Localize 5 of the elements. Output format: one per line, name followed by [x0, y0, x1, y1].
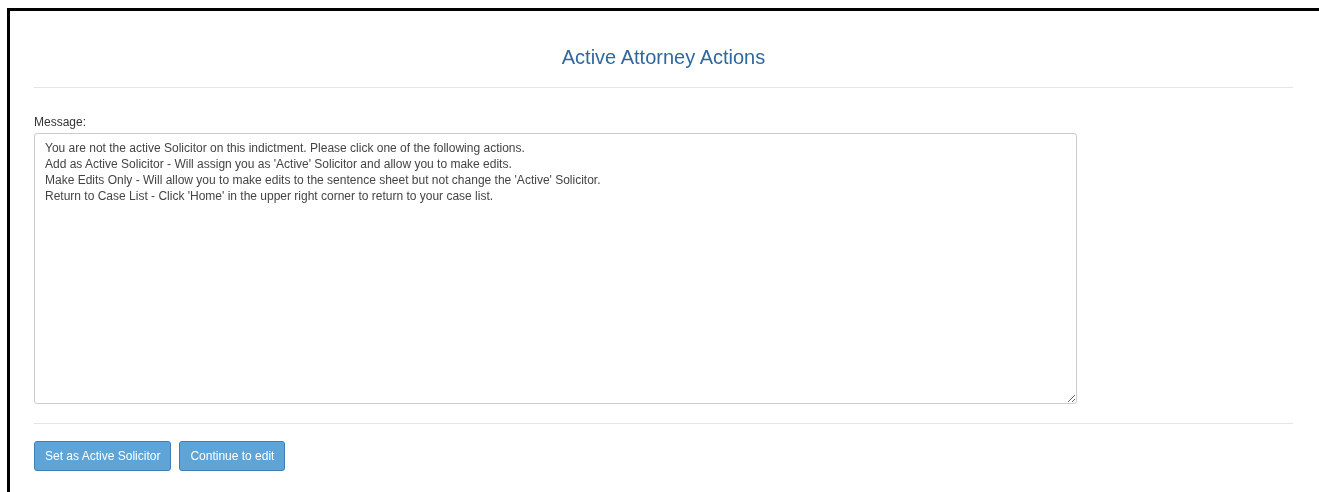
dialog-title: Active Attorney Actions: [560, 45, 767, 70]
message-label: Message:: [34, 115, 87, 129]
action-button[interactable]: Continue to edit: [179, 441, 286, 471]
message-field[interactable]: You are not the active Solicitor on this indictment. Please click one of the following actions. Add as Active Solicitor - Will assign you as 'Active' Solicitor and allow you to make edits. Make Edits Only - Will allow you to make edits to the sentence sheet but not change the 'Active' Solicitor. Return to Case List - Click 'Home' in the upper right corner to return to your case list.: [34, 133, 1077, 404]
action-button[interactable]: Set as Active Solicitor: [34, 441, 172, 471]
